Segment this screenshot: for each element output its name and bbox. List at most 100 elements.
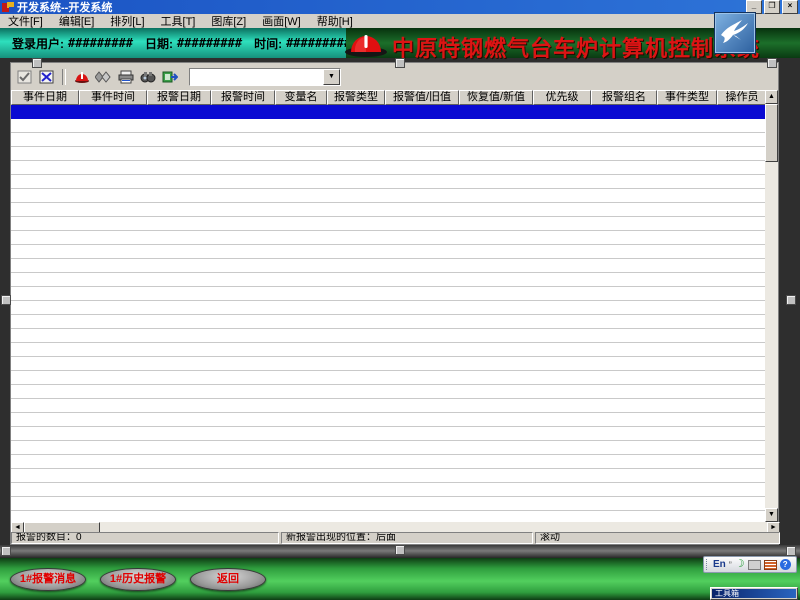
grid-body[interactable] <box>11 105 767 522</box>
scroll-up-arrow-icon[interactable]: ▲ <box>765 90 778 104</box>
col-operator[interactable]: 操作员 <box>717 90 767 105</box>
vertical-scroll-thumb[interactable] <box>765 104 778 162</box>
acknowledge-check-icon[interactable] <box>16 69 33 85</box>
table-row[interactable] <box>11 133 767 147</box>
time-value: ######### <box>286 36 351 50</box>
ime-language-bar[interactable]: En ” ☽ ? <box>703 556 797 573</box>
combo-input[interactable] <box>190 69 323 85</box>
menu-screen[interactable]: 画面[W] <box>254 13 309 29</box>
selection-handle-bottom-right[interactable] <box>786 546 796 556</box>
table-row[interactable] <box>11 413 767 427</box>
table-row[interactable] <box>11 147 767 161</box>
session-info: 登录用户: ######### 日期: ######### 时间: ######… <box>0 28 346 58</box>
table-row[interactable] <box>11 427 767 441</box>
table-row[interactable] <box>11 203 767 217</box>
col-alarm-value[interactable]: 报警值/旧值 <box>385 90 459 105</box>
table-row[interactable] <box>11 483 767 497</box>
ime-help-icon[interactable]: ? <box>780 559 791 570</box>
selection-handle-bottom-center[interactable] <box>395 545 405 555</box>
combo-dropdown-arrow-icon[interactable]: ▼ <box>323 69 340 85</box>
menu-edit[interactable]: 编辑[E] <box>51 13 102 29</box>
selection-handle-top-right[interactable] <box>767 58 777 68</box>
alarm-message-button[interactable]: 1#报警消息 <box>10 568 86 591</box>
toolbox-window[interactable]: 工具箱 <box>710 587 798 600</box>
export-icon[interactable] <box>161 69 178 85</box>
table-row[interactable] <box>11 497 767 511</box>
window-titlebar[interactable]: 开发系统--开发系统 _ ❐ × <box>0 0 800 14</box>
history-alarm-button[interactable]: 1#历史报警 <box>100 568 176 591</box>
table-row[interactable] <box>11 385 767 399</box>
table-row[interactable] <box>11 315 767 329</box>
selected-alarm-row[interactable] <box>11 105 767 119</box>
toolbox-titlebar[interactable]: 工具箱 <box>712 589 796 598</box>
table-row[interactable] <box>11 175 767 189</box>
table-row[interactable] <box>11 301 767 315</box>
col-alarm-time[interactable]: 报警时间 <box>211 90 275 105</box>
time-label: 时间: <box>254 35 282 52</box>
print-icon[interactable] <box>117 69 134 85</box>
menu-tools[interactable]: 工具[T] <box>153 13 204 29</box>
return-button[interactable]: 返回 <box>190 568 266 591</box>
selection-handle-mid-right[interactable] <box>786 295 796 305</box>
table-row[interactable] <box>11 511 767 522</box>
ime-language-indicator[interactable]: En <box>713 559 726 570</box>
table-row[interactable] <box>11 399 767 413</box>
table-row[interactable] <box>11 441 767 455</box>
app-icon <box>2 2 14 13</box>
table-row[interactable] <box>11 371 767 385</box>
delete-x-icon[interactable] <box>38 69 55 85</box>
menu-arrange[interactable]: 排列[L] <box>102 13 152 29</box>
vertical-scrollbar[interactable]: ▲ ▼ <box>765 90 778 522</box>
col-alarm-date[interactable]: 报警日期 <box>147 90 211 105</box>
menu-file[interactable]: 文件[F] <box>0 13 51 29</box>
selection-handle-mid-left[interactable] <box>1 295 11 305</box>
ime-grip-handle[interactable] <box>706 559 710 570</box>
restore-button[interactable]: ❐ <box>764 0 780 14</box>
table-row[interactable] <box>11 273 767 287</box>
table-row[interactable] <box>11 287 767 301</box>
alarm-group-combobox[interactable]: ▼ <box>189 68 341 86</box>
table-row[interactable] <box>11 343 767 357</box>
table-row[interactable] <box>11 357 767 371</box>
ime-punctuation-icon[interactable]: ” <box>729 561 732 569</box>
toolbar-separator <box>62 69 66 85</box>
table-row[interactable] <box>11 455 767 469</box>
table-row[interactable] <box>11 189 767 203</box>
col-alarm-group[interactable]: 报警组名 <box>591 90 657 105</box>
col-event-time[interactable]: 事件时间 <box>79 90 147 105</box>
col-event-date[interactable]: 事件日期 <box>11 90 79 105</box>
kingview-swallow-logo-icon <box>714 12 756 54</box>
table-row[interactable] <box>11 161 767 175</box>
alarm-lamp-icon[interactable] <box>73 69 90 85</box>
selection-handle-top-left[interactable] <box>32 58 42 68</box>
col-variable-name[interactable]: 变量名 <box>275 90 327 105</box>
close-button[interactable]: × <box>782 0 798 14</box>
col-alarm-type[interactable]: 报警类型 <box>327 90 385 105</box>
table-row[interactable] <box>11 329 767 343</box>
ime-picture-icon[interactable] <box>748 560 761 570</box>
status-scroll-mode: 滚动 <box>535 532 780 544</box>
table-row[interactable] <box>11 119 767 133</box>
event-filter-icon[interactable] <box>95 69 112 85</box>
status-new-alarm-position: 新报警出现的位置：后面 <box>281 532 533 544</box>
selection-handle-top-center[interactable] <box>395 58 405 68</box>
col-recover-value[interactable]: 恢复值/新值 <box>459 90 533 105</box>
menu-library[interactable]: 图库[Z] <box>203 13 254 29</box>
table-row[interactable] <box>11 469 767 483</box>
table-row[interactable] <box>11 217 767 231</box>
alarm-beacon-icon <box>343 29 389 57</box>
menu-help[interactable]: 帮助[H] <box>309 13 361 29</box>
ime-fullwidth-moon-icon[interactable]: ☽ <box>735 559 745 570</box>
scroll-down-arrow-icon[interactable]: ▼ <box>765 508 778 522</box>
table-row[interactable] <box>11 259 767 273</box>
table-row[interactable] <box>11 231 767 245</box>
col-priority[interactable]: 优先级 <box>533 90 591 105</box>
status-alarm-count: 报警的数目：0 <box>11 532 279 544</box>
ime-softkeyboard-icon[interactable] <box>764 560 777 570</box>
date-label: 日期: <box>145 35 173 52</box>
col-event-type[interactable]: 事件类型 <box>657 90 717 105</box>
table-row[interactable] <box>11 245 767 259</box>
alarm-statusbar: 报警的数目：0 新报警出现的位置：后面 滚动 <box>11 532 780 544</box>
find-binoculars-icon[interactable] <box>139 69 156 85</box>
selection-handle-bottom-left[interactable] <box>1 546 11 556</box>
